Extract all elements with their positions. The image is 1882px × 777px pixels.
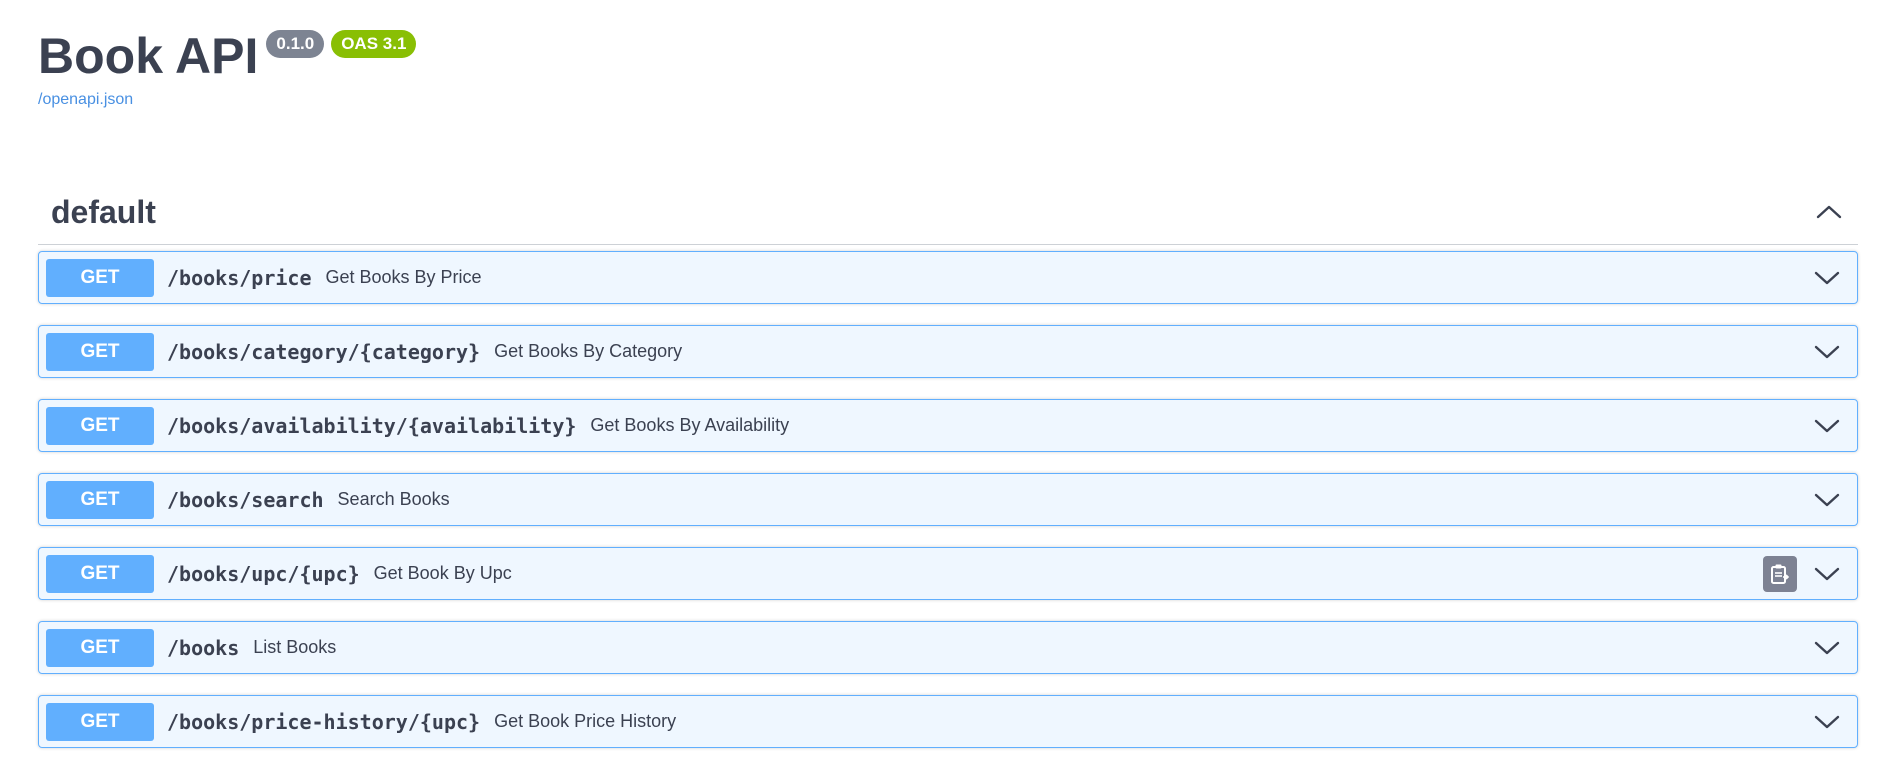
operation-summary: Get Book Price History <box>494 711 677 731</box>
operation-path: /books/price-history/{upc} <box>167 709 481 734</box>
api-info: Book API 0.1.0 OAS 3.1 /openapi.json <box>38 28 417 109</box>
expand-operation-button[interactable] <box>1811 262 1843 294</box>
operation-summary: Search Books <box>337 489 450 509</box>
operation-row-0[interactable]: GET /books/price Get Books By Price <box>38 251 1858 304</box>
method-badge: GET <box>46 332 154 371</box>
method-badge: GET <box>46 406 154 445</box>
tag-header[interactable]: default <box>38 180 1858 245</box>
chevron-down-icon <box>1814 493 1840 506</box>
operation-controls <box>1763 548 1843 599</box>
operation-summary: Get Books By Price <box>325 267 482 287</box>
chevron-down-icon <box>1814 715 1840 728</box>
chevron-down-icon <box>1814 271 1840 284</box>
api-title: Book API <box>38 28 259 84</box>
tag-collapse-button[interactable] <box>1813 196 1845 228</box>
operation-path: /books/search <box>167 487 324 512</box>
operation-row-6[interactable]: GET /books/price-history/{upc} Get Book … <box>38 695 1858 748</box>
operation-row-1[interactable]: GET /books/category/{category} Get Books… <box>38 325 1858 378</box>
operation-path: /books/category/{category} <box>167 339 481 364</box>
tag-name: default <box>51 193 156 230</box>
chevron-down-icon <box>1814 419 1840 432</box>
operation-path: /books/upc/{upc} <box>167 561 360 586</box>
chevron-down-icon <box>1814 345 1840 358</box>
expand-operation-button[interactable] <box>1811 336 1843 368</box>
tag-section-default: default GET /books/price Get Books By Pr… <box>38 180 1858 769</box>
operation-path: /books <box>167 635 240 660</box>
expand-operation-button[interactable] <box>1811 706 1843 738</box>
operation-controls <box>1811 696 1843 747</box>
title-row: Book API 0.1.0 OAS 3.1 <box>38 28 417 84</box>
chevron-down-icon <box>1814 641 1840 654</box>
method-badge: GET <box>46 480 154 519</box>
clipboard-icon <box>1771 564 1790 584</box>
oas-version-badge: OAS 3.1 <box>331 30 417 58</box>
operation-controls <box>1811 252 1843 303</box>
operation-summary: Get Book By Upc <box>373 563 512 583</box>
operation-path: /books/availability/{availability} <box>167 413 577 438</box>
expand-operation-button[interactable] <box>1811 410 1843 442</box>
operation-controls <box>1811 622 1843 673</box>
operation-controls <box>1811 400 1843 451</box>
expand-operation-button[interactable] <box>1811 632 1843 664</box>
operation-row-4[interactable]: GET /books/upc/{upc} Get Book By Upc <box>38 547 1858 600</box>
copy-to-clipboard-button[interactable] <box>1763 555 1797 592</box>
operation-row-3[interactable]: GET /books/search Search Books <box>38 473 1858 526</box>
method-badge: GET <box>46 554 154 593</box>
method-badge: GET <box>46 258 154 297</box>
operation-controls <box>1811 326 1843 377</box>
expand-operation-button[interactable] <box>1811 558 1843 590</box>
operation-controls <box>1811 474 1843 525</box>
chevron-down-icon <box>1814 567 1840 580</box>
operation-summary: Get Books By Availability <box>590 415 790 435</box>
openapi-spec-link[interactable]: /openapi.json <box>38 91 416 109</box>
chevron-up-icon <box>1816 205 1842 219</box>
operation-row-5[interactable]: GET /books List Books <box>38 621 1858 674</box>
operation-summary: List Books <box>253 637 337 657</box>
expand-operation-button[interactable] <box>1811 484 1843 516</box>
version-badge: 0.1.0 <box>266 30 325 58</box>
operations-list: GET /books/price Get Books By Price GET … <box>38 251 1858 748</box>
method-badge: GET <box>46 702 154 741</box>
method-badge: GET <box>46 628 154 667</box>
operation-summary: Get Books By Category <box>494 341 683 361</box>
operation-row-2[interactable]: GET /books/availability/{availability} G… <box>38 399 1858 452</box>
operation-path: /books/price <box>167 265 312 290</box>
